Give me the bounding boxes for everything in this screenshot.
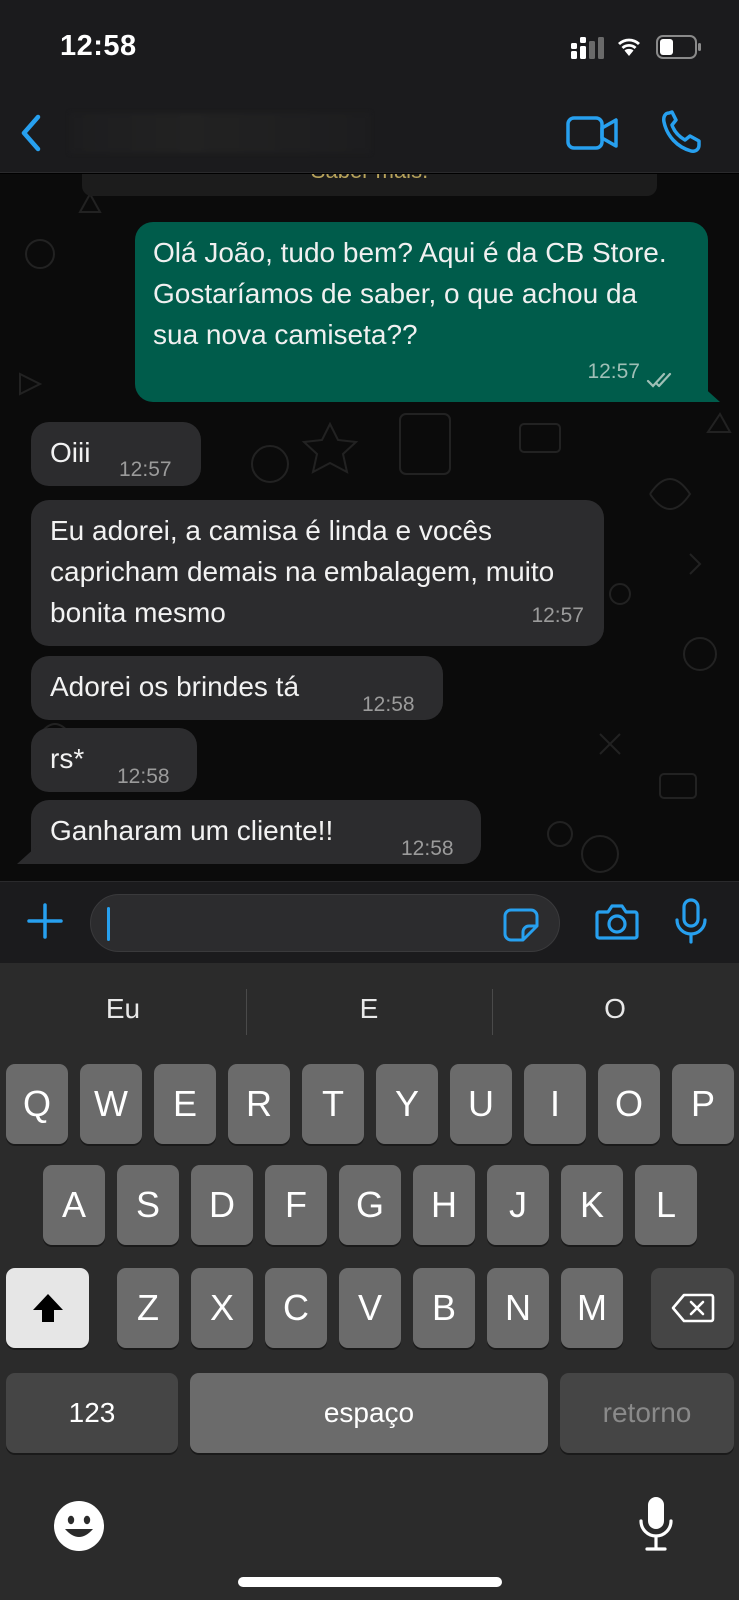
message-time: 12:57: [119, 458, 172, 481]
key-r[interactable]: R: [228, 1064, 290, 1144]
dictation-button[interactable]: [636, 1493, 676, 1553]
key-y[interactable]: Y: [376, 1064, 438, 1144]
key-l[interactable]: L: [635, 1165, 697, 1245]
emoji-button[interactable]: [52, 1499, 106, 1553]
message-text: Olá João, tudo bem? Aqui é da CB Store. …: [153, 237, 667, 350]
message-outgoing[interactable]: Olá João, tudo bem? Aqui é da CB Store. …: [135, 222, 720, 402]
voice-call-button[interactable]: [660, 109, 702, 155]
key-j[interactable]: J: [487, 1165, 549, 1245]
video-call-button[interactable]: [566, 112, 618, 154]
key-m[interactable]: M: [561, 1268, 623, 1348]
info-notice[interactable]: Saber mais.: [82, 174, 657, 196]
key-e[interactable]: E: [154, 1064, 216, 1144]
key-s[interactable]: S: [117, 1165, 179, 1245]
status-time: 12:58: [60, 30, 137, 62]
delete-key[interactable]: [651, 1268, 734, 1348]
key-c[interactable]: C: [265, 1268, 327, 1348]
read-receipt-icon: [646, 372, 672, 388]
message-time: 12:58: [117, 765, 170, 788]
camera-button[interactable]: [595, 902, 639, 940]
message-incoming[interactable]: Oiii 12:57: [31, 422, 201, 486]
info-notice-text: Saber mais.: [82, 174, 657, 184]
key-g[interactable]: G: [339, 1165, 401, 1245]
message-incoming[interactable]: Ganharam um cliente!! 12:58: [17, 800, 481, 864]
message-time: 12:58: [401, 837, 454, 860]
message-time: 12:57: [587, 360, 640, 383]
key-o[interactable]: O: [598, 1064, 660, 1144]
key-w[interactable]: W: [80, 1064, 142, 1144]
keyboard: Eu E O Q W E R T Y U I O P A S D F G H J…: [0, 963, 739, 1600]
home-indicator: [238, 1577, 502, 1587]
return-key[interactable]: retorno: [560, 1373, 734, 1453]
shift-key[interactable]: [6, 1268, 89, 1348]
key-n[interactable]: N: [487, 1268, 549, 1348]
message-incoming[interactable]: rs* 12:58: [31, 728, 197, 792]
backspace-icon: [671, 1293, 714, 1323]
key-d[interactable]: D: [191, 1165, 253, 1245]
sticker-button[interactable]: [503, 908, 539, 942]
message-time: 12:57: [531, 604, 584, 627]
chat-header: [0, 95, 739, 173]
key-a[interactable]: A: [43, 1165, 105, 1245]
attach-plus-button[interactable]: [26, 902, 64, 940]
suggestion-3[interactable]: O: [492, 993, 738, 1025]
status-bar: 12:58: [0, 0, 739, 95]
wifi-icon: [618, 38, 640, 56]
key-u[interactable]: U: [450, 1064, 512, 1144]
numbers-key[interactable]: 123: [6, 1373, 178, 1453]
shift-icon: [32, 1294, 63, 1322]
back-button[interactable]: [12, 109, 52, 157]
message-text: Eu adorei, a camisa é linda e vocês capr…: [50, 515, 555, 628]
key-f[interactable]: F: [265, 1165, 327, 1245]
suggestion-1[interactable]: Eu: [0, 993, 246, 1025]
key-z[interactable]: Z: [117, 1268, 179, 1348]
key-h[interactable]: H: [413, 1165, 475, 1245]
key-i[interactable]: I: [524, 1064, 586, 1144]
message-incoming[interactable]: Adorei os brindes tá 12:58: [31, 656, 443, 720]
voice-message-button[interactable]: [674, 898, 708, 944]
message-input-bar: [0, 881, 739, 963]
key-b[interactable]: B: [413, 1268, 475, 1348]
chat-area[interactable]: Saber mais. Olá João, tudo bem? Aqui é d…: [0, 174, 739, 881]
cellular-signal-icon: [571, 37, 604, 59]
key-p[interactable]: P: [672, 1064, 734, 1144]
key-t[interactable]: T: [302, 1064, 364, 1144]
text-caret: [107, 907, 110, 941]
message-input[interactable]: [90, 894, 560, 952]
message-time: 12:58: [362, 693, 415, 716]
key-q[interactable]: Q: [6, 1064, 68, 1144]
space-key[interactable]: espaço: [190, 1373, 548, 1453]
predictive-bar: Eu E O: [0, 963, 739, 1035]
key-v[interactable]: V: [339, 1268, 401, 1348]
key-k[interactable]: K: [561, 1165, 623, 1245]
contact-name[interactable]: [70, 113, 370, 153]
key-x[interactable]: X: [191, 1268, 253, 1348]
message-incoming[interactable]: Eu adorei, a camisa é linda e vocês capr…: [31, 500, 604, 646]
suggestion-2[interactable]: E: [246, 993, 492, 1025]
battery-icon: [656, 35, 701, 59]
